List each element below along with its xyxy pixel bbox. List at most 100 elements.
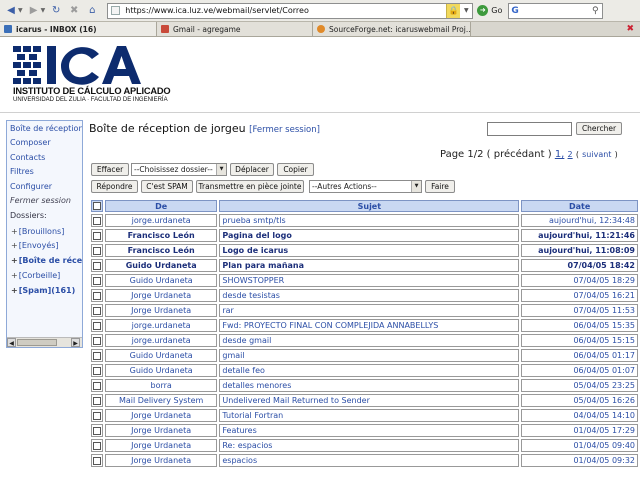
stop-icon[interactable]: ✖ xyxy=(67,4,81,18)
tab-icarus-inbox[interactable]: icarus - INBOX (16) xyxy=(0,22,157,36)
message-sender[interactable]: Guido Urdaneta xyxy=(104,274,218,287)
message-sender[interactable]: Jorge Urdaneta xyxy=(104,454,218,467)
message-sender[interactable]: Jorge Urdaneta xyxy=(104,439,218,452)
table-row[interactable]: Guido Urdaneta Plan para mañana 07/04/05 1… xyxy=(91,259,638,272)
message-subject[interactable]: SHOWSTOPPER xyxy=(219,274,520,287)
table-row[interactable]: jorge.urdaneta prueba smtp/tls aujourd'hui… xyxy=(91,214,638,227)
tab-gmail[interactable]: Gmail - agregame xyxy=(157,22,313,36)
row-checkbox[interactable] xyxy=(92,426,101,435)
scroll-left-icon[interactable]: ◀ xyxy=(7,338,16,347)
message-sender[interactable]: Guido Urdaneta xyxy=(104,349,218,362)
message-subject[interactable]: desde gmail xyxy=(219,334,520,347)
sidebar-item-inbox[interactable]: Boîte de réception xyxy=(10,124,82,133)
message-sender[interactable]: Jorge Urdaneta xyxy=(104,289,218,302)
expand-icon[interactable]: + xyxy=(11,241,18,250)
row-checkbox[interactable] xyxy=(92,246,101,255)
home-icon[interactable]: ⌂ xyxy=(85,4,99,18)
sidebar-scrollbar[interactable]: ◀ ▶ xyxy=(7,337,82,347)
expand-icon[interactable]: + xyxy=(11,271,18,280)
scroll-thumb[interactable] xyxy=(17,339,57,346)
message-subject[interactable]: rar xyxy=(219,304,520,317)
row-checkbox[interactable] xyxy=(92,321,101,330)
row-checkbox[interactable] xyxy=(92,396,101,405)
search-icon[interactable]: ⚲ xyxy=(588,6,602,16)
row-checkbox[interactable] xyxy=(92,276,101,285)
url-dropdown-icon[interactable]: ▼ xyxy=(460,7,472,14)
message-subject[interactable]: Fwd: PROYECTO FINAL CON COMPLEJIDA ANNAB… xyxy=(219,319,520,332)
folder-spam[interactable]: +[Spam](161) xyxy=(11,286,75,295)
table-row[interactable]: Jorge Urdaneta rar 07/04/05 11:53 xyxy=(91,304,638,317)
message-sender[interactable]: jorge.urdaneta xyxy=(104,319,218,332)
table-row[interactable]: Francisco León Logo de icarus aujourd'hui,… xyxy=(91,244,638,257)
reply-button[interactable]: Répondre xyxy=(91,180,138,193)
folder-inbox[interactable]: +[Boîte de réception] xyxy=(11,256,82,265)
column-header-subject[interactable]: Sujet xyxy=(219,200,520,212)
row-checkbox[interactable] xyxy=(92,231,101,240)
row-checkbox[interactable] xyxy=(92,291,101,300)
table-row[interactable]: Jorge Urdaneta Features 01/04/05 17:29 xyxy=(91,424,638,437)
previous-link[interactable]: précédant xyxy=(494,149,545,160)
row-checkbox[interactable] xyxy=(92,366,101,375)
message-sender[interactable]: jorge.urdaneta xyxy=(104,334,218,347)
row-checkbox[interactable] xyxy=(92,336,101,345)
row-checkbox[interactable] xyxy=(92,216,101,225)
sidebar-item-configure[interactable]: Configurer xyxy=(10,182,52,191)
table-row[interactable]: Jorge Urdaneta Tutorial Fortran 04/04/05 1… xyxy=(91,409,638,422)
row-checkbox[interactable] xyxy=(92,456,101,465)
reload-icon[interactable]: ↻ xyxy=(49,4,63,18)
sidebar-item-compose[interactable]: Composer xyxy=(10,138,51,147)
folder-sent[interactable]: +[Envoyés] xyxy=(11,241,59,250)
logout-link[interactable]: [Fermer session] xyxy=(249,125,320,135)
sidebar-logout-link[interactable]: Fermer session xyxy=(10,196,71,205)
table-row[interactable]: Jorge Urdaneta Re: espacios 01/04/05 09:40 xyxy=(91,439,638,452)
table-row[interactable]: Guido Urdaneta gmail 06/04/05 01:17 xyxy=(91,349,638,362)
row-checkbox[interactable] xyxy=(92,306,101,315)
message-subject[interactable]: prueba smtp/tls xyxy=(219,214,520,227)
message-subject[interactable]: Re: espacios xyxy=(219,439,520,452)
message-sender[interactable]: Francisco León xyxy=(104,244,218,257)
message-subject[interactable]: gmail xyxy=(219,349,520,362)
message-sender[interactable]: Guido Urdaneta xyxy=(104,364,218,377)
folder-drafts[interactable]: +[Brouillons] xyxy=(11,227,64,236)
message-subject[interactable]: detalle feo xyxy=(219,364,520,377)
expand-icon[interactable]: + xyxy=(11,256,18,265)
sidebar-item-filters[interactable]: Filtres xyxy=(10,167,34,176)
copy-button[interactable]: Copier xyxy=(277,163,314,176)
table-row[interactable]: Mail Delivery System Undelivered Mail Ret… xyxy=(91,394,638,407)
search-button[interactable]: Chercher xyxy=(576,122,622,135)
row-checkbox[interactable] xyxy=(92,261,101,270)
other-actions-select[interactable]: --Autres Actions-- ▼ xyxy=(309,180,422,193)
back-icon[interactable]: ◀ xyxy=(4,4,18,18)
page-1-link[interactable]: 1, xyxy=(555,149,565,160)
web-search-box[interactable]: G ⚲ xyxy=(508,2,604,19)
expand-icon[interactable]: + xyxy=(11,286,18,295)
message-sender[interactable]: Jorge Urdaneta xyxy=(104,424,218,437)
column-header-from[interactable]: De xyxy=(104,200,218,212)
do-button[interactable]: Faire xyxy=(425,180,455,193)
padlock-icon[interactable]: 🔒 xyxy=(446,3,461,18)
forward-dropdown-icon[interactable]: ▼ xyxy=(41,7,46,14)
message-subject[interactable]: Logo de icarus xyxy=(219,244,520,257)
forward-icon[interactable]: ▶ xyxy=(27,4,41,18)
url-text[interactable]: https://www.ica.luz.ve/webmail/servlet/C… xyxy=(125,6,446,15)
table-row[interactable]: borra detalles menores 05/04/05 23:25 xyxy=(91,379,638,392)
expand-icon[interactable]: + xyxy=(11,227,18,236)
message-subject[interactable]: detalles menores xyxy=(219,379,520,392)
row-checkbox[interactable] xyxy=(92,441,101,450)
message-sender[interactable]: Jorge Urdaneta xyxy=(104,409,218,422)
forward-attachment-button[interactable]: Transmettre en pièce jointe xyxy=(196,180,304,193)
message-sender[interactable]: jorge.urdaneta xyxy=(104,214,218,227)
move-button[interactable]: Déplacer xyxy=(230,163,274,176)
go-button[interactable]: ➜ Go xyxy=(477,5,502,16)
delete-button[interactable]: Effacer xyxy=(91,163,129,176)
message-subject[interactable]: Undelivered Mail Returned to Sender xyxy=(219,394,520,407)
message-sender[interactable]: Jorge Urdaneta xyxy=(104,304,218,317)
table-row[interactable]: Guido Urdaneta detalle feo 06/04/05 01:07 xyxy=(91,364,638,377)
next-link[interactable]: suivant xyxy=(582,150,611,159)
back-dropdown-icon[interactable]: ▼ xyxy=(18,7,23,14)
folder-select[interactable]: --Choisissez dossier-- ▼ xyxy=(131,163,227,176)
table-row[interactable]: jorge.urdaneta Fwd: PROYECTO FINAL CON CO… xyxy=(91,319,638,332)
message-subject[interactable]: Features xyxy=(219,424,520,437)
sidebar-item-contacts[interactable]: Contacts xyxy=(10,153,45,162)
row-checkbox[interactable] xyxy=(92,351,101,360)
